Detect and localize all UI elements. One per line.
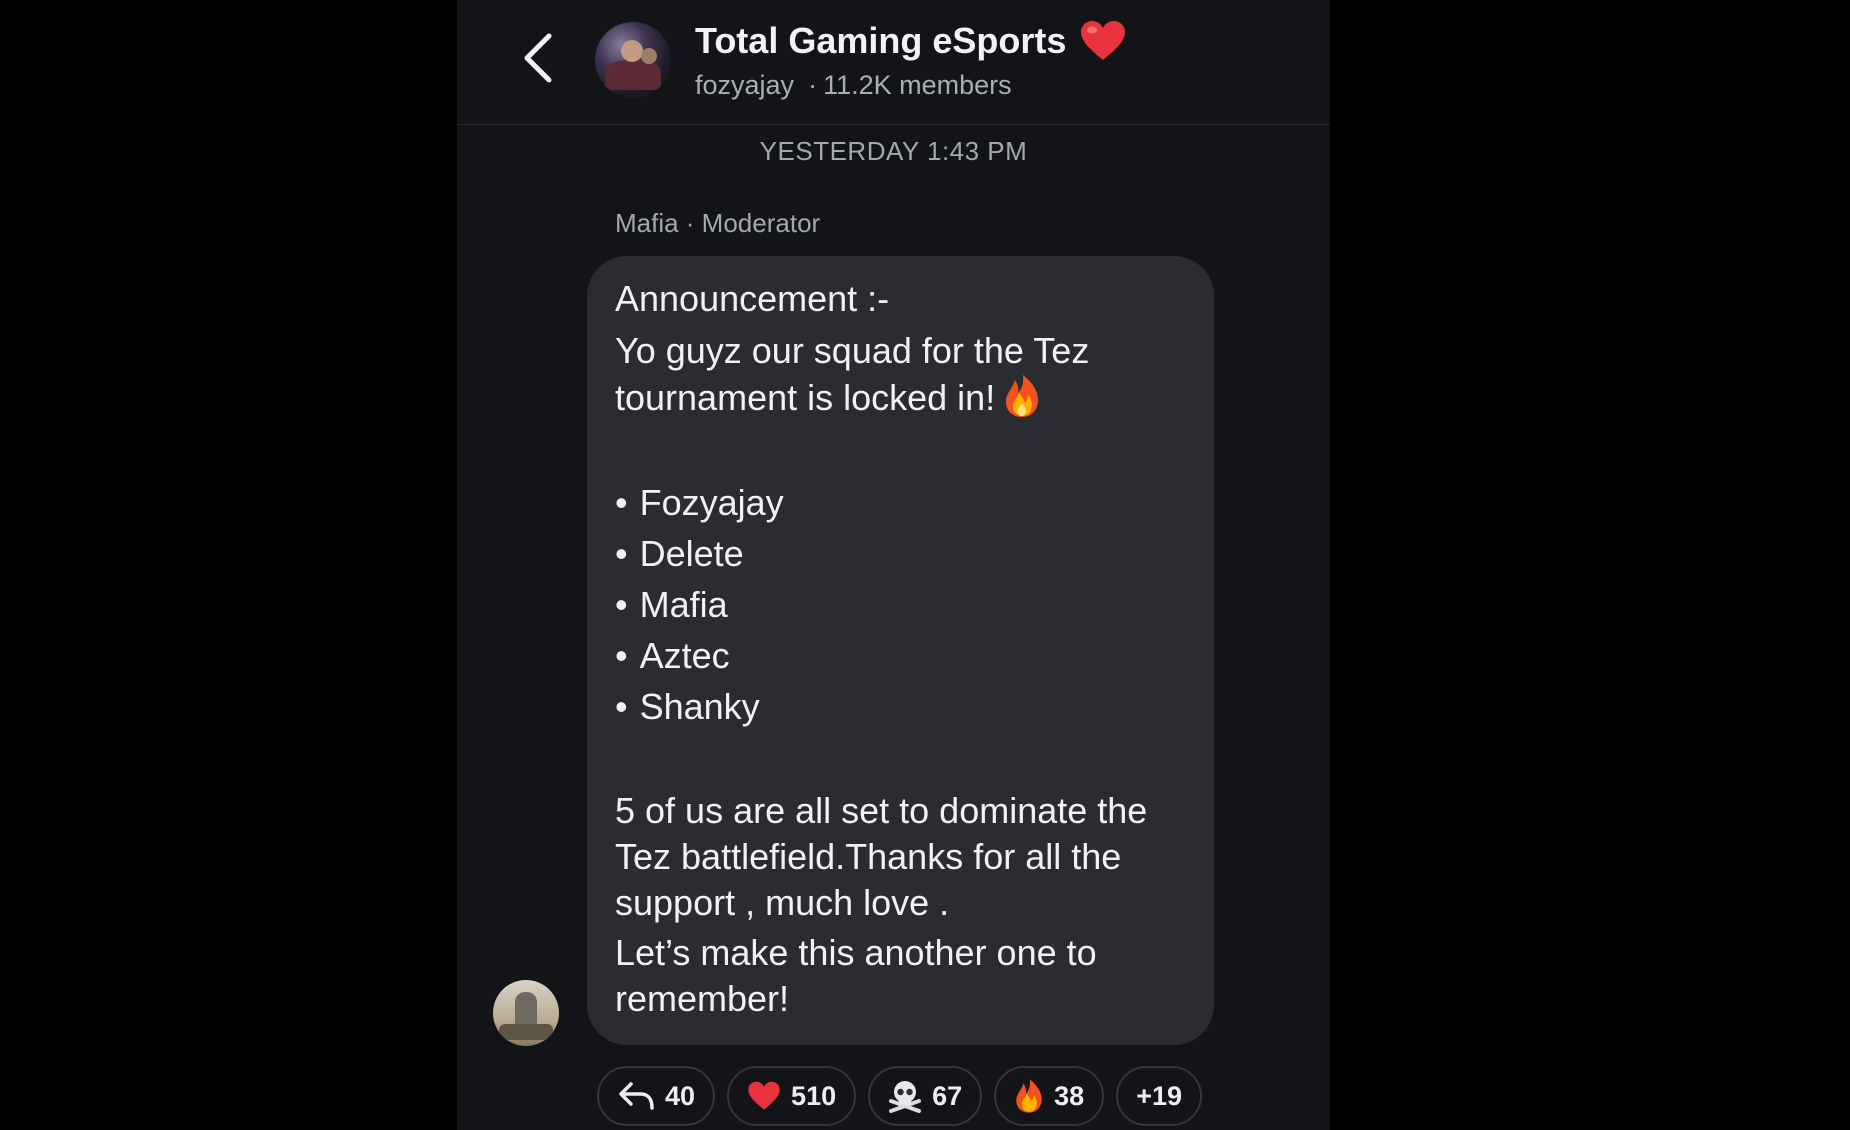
sender-avatar[interactable] (493, 980, 559, 1046)
heart-reaction-button[interactable]: 510 (727, 1066, 857, 1126)
member-count: 11.2K members (823, 70, 1012, 100)
group-title[interactable]: Total Gaming eSports (695, 20, 1126, 62)
sender-label: Mafia · Moderator (615, 208, 821, 238)
message-timestamp: YESTERDAY 1:43 PM (759, 136, 1028, 166)
skull-crossbones-icon (889, 1081, 922, 1113)
message-intro: Yo guyz our squad for the Tez tournament… (615, 330, 1090, 418)
group-subtitle: fozyajay · 11.2K members (695, 70, 1012, 101)
chevron-left-icon (524, 33, 552, 83)
more-reactions-button[interactable]: +19 (1116, 1066, 1203, 1126)
group-title-text: Total Gaming eSports (695, 20, 1067, 61)
group-avatar[interactable] (595, 22, 671, 98)
list-item: • Mafia (615, 584, 728, 625)
more-reactions-count: +19 (1136, 1080, 1183, 1111)
reply-count: 40 (665, 1080, 696, 1111)
list-item: • Delete (615, 533, 744, 574)
reactions-bar: 40 510 67 38 +19 (597, 1066, 1203, 1126)
message-heading: Announcement :- (615, 278, 890, 319)
heart-icon (1081, 21, 1126, 60)
list-item: • Shanky (615, 686, 760, 727)
skull-reaction-button[interactable]: 67 (868, 1066, 983, 1126)
message-bubble[interactable]: Announcement :- Yo guyz our squad for th… (587, 256, 1214, 1045)
heart-icon (748, 1081, 780, 1110)
fire-emoji-icon (1006, 375, 1039, 417)
fire-icon (1016, 1079, 1042, 1113)
group-owner: fozyajay (695, 70, 795, 100)
back-button[interactable] (513, 28, 563, 88)
message-body: 5 of us are all set to dominate the Tez … (615, 790, 1148, 923)
skull-count: 67 (932, 1080, 963, 1111)
chat-header: Total Gaming eSports fozyajay · 11.2K memb… (457, 0, 1330, 125)
list-item: • Aztec (615, 635, 730, 676)
squad-list: • Fozyajay • Delete • Mafia • Aztec • Shanky (615, 477, 1186, 732)
heart-count: 510 (791, 1080, 837, 1111)
reply-count-button[interactable]: 40 (597, 1066, 716, 1126)
chat-screen: Total Gaming eSports fozyajay · 11.2K memb… (457, 0, 1330, 1130)
list-item: • Fozyajay (615, 482, 784, 523)
separator-dot: · (808, 70, 818, 100)
fire-reaction-button[interactable]: 38 (994, 1066, 1105, 1126)
fire-count: 38 (1054, 1080, 1085, 1111)
message-closing: Let’s make this another one to remember! (615, 932, 1097, 1019)
reply-icon (619, 1082, 654, 1110)
